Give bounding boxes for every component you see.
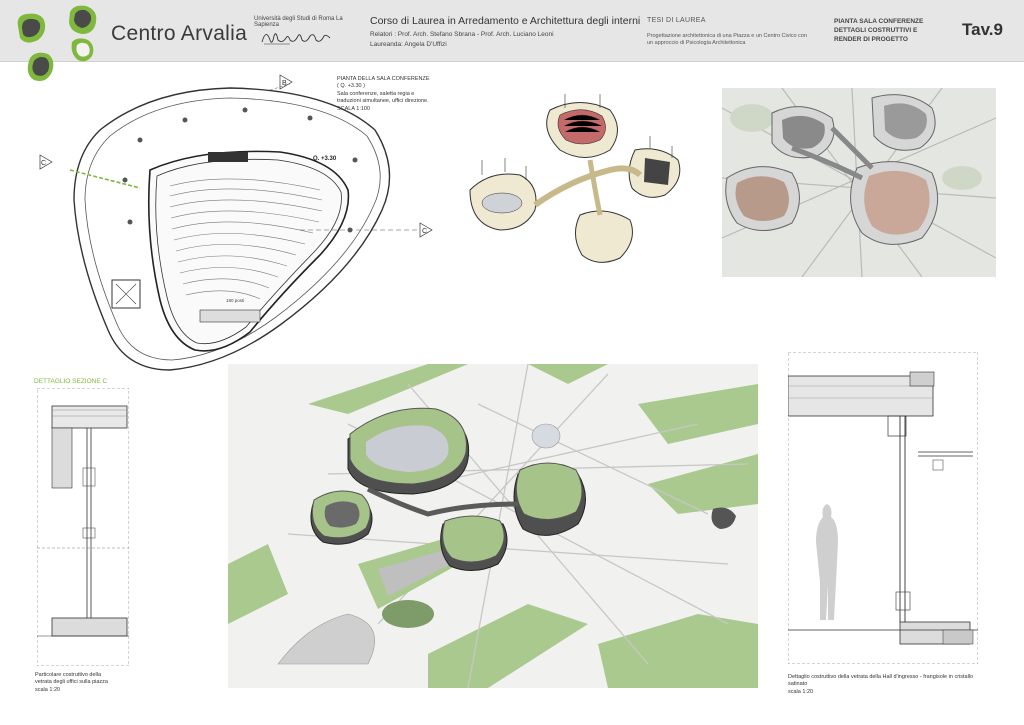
sheet-title: PIANTA SALA CONFERENZE DETTAGLI COSTRUTT…: [834, 18, 924, 43]
axonometric-cutaway: [469, 94, 681, 263]
title-block: Centro Arvalia Università degli Studi di…: [0, 0, 1024, 81]
render-top-view: [722, 88, 996, 277]
section-detail-drawing: [37, 388, 129, 666]
svg-text:C: C: [41, 160, 46, 167]
plan-note: PIANTA DELLA SALA CONFERENZE ( Q. +3.30 …: [337, 76, 430, 112]
seats-label: 180 posti: [226, 298, 244, 303]
thesis-description: Progettazione architettonica di una Piaz…: [647, 33, 807, 47]
level-label: Q. +3.30: [313, 156, 337, 162]
course-title: Corso di Laurea in Arredamento e Archite…: [370, 15, 641, 27]
svg-text:B: B: [282, 80, 287, 87]
advisors: Relatori : Prof. Arch. Stefano Sbrana - …: [370, 31, 554, 38]
entrance-detail-caption: Dettaglio costruttivo della vetrata dell…: [788, 674, 974, 695]
aerial-render: [228, 364, 758, 688]
section-detail-title: DETTAGLIO SEZIONE C: [34, 378, 108, 385]
human-figure-icon: [816, 504, 838, 620]
faculty-signature: [261, 33, 331, 45]
brand-name: Centro Arvalia: [111, 22, 248, 45]
sheet-number: Tav.9: [962, 20, 1003, 39]
section-detail-caption: Particolare costruttivo della vetrata de…: [35, 672, 108, 693]
entrance-glazing-detail: [788, 352, 978, 664]
conference-hall-plan: C C B Q. +3.30 180 posti: [39, 74, 433, 371]
student-name: Laureanda: Angela D'Uffizi: [370, 41, 447, 48]
thesis-label: TESI DI LAUREA: [647, 17, 706, 24]
svg-text:C: C: [422, 228, 427, 235]
